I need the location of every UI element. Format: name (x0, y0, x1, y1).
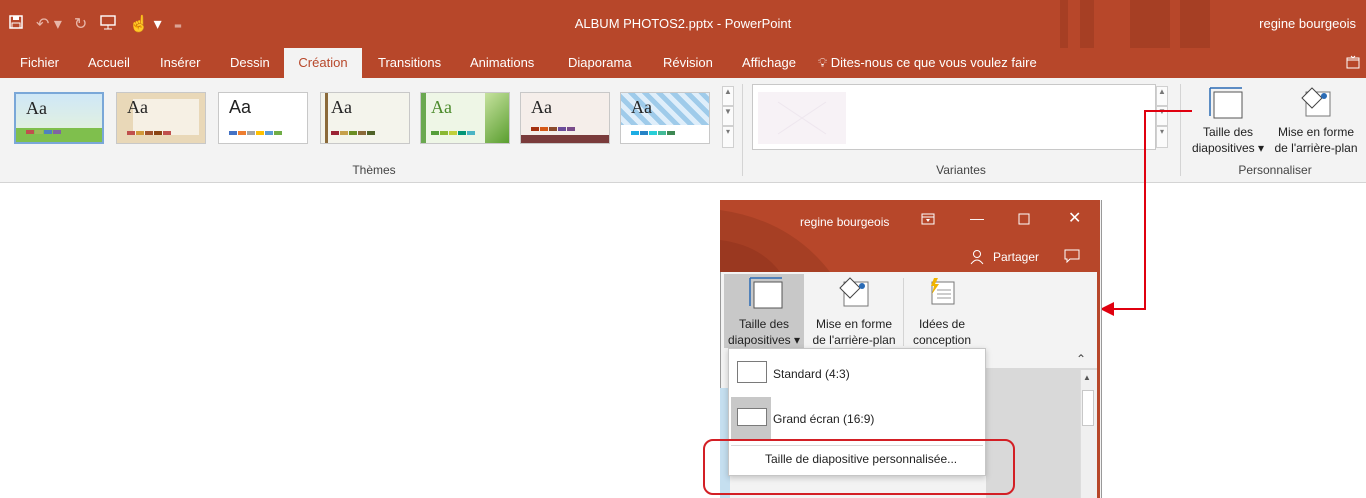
tell-me-text: Dites-nous ce que vous voulez faire (830, 55, 1037, 70)
tab-dessin[interactable]: Dessin (222, 48, 278, 78)
share-icon[interactable] (970, 249, 986, 265)
theme-thumbnail[interactable]: Aa (420, 92, 510, 144)
format-background-button[interactable]: Mise en forme de l'arrière-plan (1270, 84, 1362, 156)
menu-item-standard-label: Standard (4:3) (773, 367, 850, 381)
theme-thumbnail[interactable]: Aa (218, 92, 308, 144)
theme-sample-text: Aa (127, 97, 148, 117)
format-background-icon (839, 277, 869, 307)
variant-thumbnail[interactable] (758, 92, 846, 144)
zoomed-title-bar (720, 200, 1100, 272)
highlight-annotation (703, 439, 1015, 495)
tell-me-search[interactable]: 💡︎ Dites-nous ce que vous voulez faire (818, 48, 1037, 78)
scrollbar-thumb[interactable] (1082, 390, 1094, 426)
scroll-up-arrow-icon[interactable]: ▲ (1083, 373, 1091, 382)
format-background-label-1: Mise en forme (1277, 125, 1355, 139)
slide-size-label-2: diapositives ▾ (1191, 141, 1265, 155)
theme-sample-text: Aa (229, 97, 252, 117)
slide-size-button[interactable]: Taille des diapositives ▾ (1192, 84, 1268, 156)
ribbon-options-icon[interactable] (921, 212, 935, 226)
title-decoration (720, 210, 830, 272)
tab-fichier[interactable]: Fichier (12, 48, 67, 78)
zoomed-format-background-label-2: de l'arrière-plan (812, 333, 896, 347)
theme-sample-text: Aa (531, 97, 552, 117)
tab-affichage[interactable]: Affichage (734, 48, 804, 78)
variants-scroll-up[interactable]: ▲ (1156, 86, 1168, 106)
theme-thumbnail[interactable]: Aa (320, 92, 410, 144)
format-background-icon (1301, 87, 1331, 117)
zoomed-format-background-button[interactable]: Mise en forme de l'arrière-plan (806, 274, 902, 348)
connector-line (1144, 110, 1192, 112)
theme-sample-text: Aa (431, 97, 452, 117)
theme-sample-text: Aa (26, 98, 47, 118)
tab-transitions[interactable]: Transitions (370, 48, 449, 78)
maximize-icon[interactable] (1018, 213, 1030, 225)
zoomed-slide-size-label-1: Taille des (738, 317, 790, 331)
slide-size-icon (749, 277, 783, 309)
group-label-customize: Personnaliser (1238, 163, 1312, 177)
menu-item-standard[interactable]: Standard (4:3) (729, 353, 985, 393)
connector-line (1110, 308, 1146, 310)
lightbulb-icon: 💡︎ (818, 55, 828, 70)
design-ideas-label-2: conception (912, 333, 972, 347)
group-separator (742, 84, 743, 176)
connector-line (1144, 110, 1146, 310)
window-edge (1097, 272, 1100, 498)
design-ideas-button[interactable]: Idées de conception (906, 274, 978, 348)
zoomed-user-name[interactable]: regine bourgeois (800, 215, 889, 229)
menu-item-widescreen-label: Grand écran (16:9) (773, 412, 875, 426)
tab-diaporama[interactable]: Diaporama (560, 48, 640, 78)
tab-revision[interactable]: Révision (655, 48, 721, 78)
theme-thumbnail[interactable]: Aa (14, 92, 104, 144)
zoomed-format-background-label-1: Mise en forme (815, 317, 893, 331)
close-icon[interactable]: ✕ (1068, 208, 1081, 228)
design-ideas-label-1: Idées de (918, 317, 966, 331)
standard-size-icon (737, 361, 767, 383)
collapse-ribbon-icon[interactable]: ⌃ (1076, 352, 1086, 366)
arrow-head-icon (1100, 302, 1114, 316)
tab-creation[interactable]: Création (284, 48, 362, 78)
comments-icon[interactable] (1064, 249, 1080, 263)
user-name[interactable]: regine bourgeois (1259, 0, 1356, 48)
slide-size-icon (1209, 87, 1243, 119)
zoomed-slide-size-button[interactable]: Taille des diapositives ▾ (724, 274, 804, 348)
minimize-icon[interactable]: — (970, 210, 984, 226)
design-ideas-icon (931, 278, 955, 305)
slide-size-label-1: Taille des (1202, 125, 1254, 139)
zoomed-slide-size-label-2: diapositives ▾ (727, 333, 801, 347)
theme-sample-text: Aa (631, 97, 652, 117)
group-label-themes: Thèmes (352, 163, 396, 177)
theme-thumbnail[interactable]: Aa (620, 92, 710, 144)
group-separator (1180, 84, 1181, 176)
variants-more-button[interactable]: ▾ (1156, 126, 1168, 148)
theme-thumbnail[interactable]: Aa (520, 92, 610, 144)
menu-item-widescreen[interactable]: Grand écran (16:9) (729, 397, 985, 439)
ribbon-display-icon[interactable] (1346, 55, 1360, 69)
document-title: ALBUM PHOTOS2.pptx - PowerPoint (574, 16, 792, 31)
gallery-scroll-down[interactable]: ▼ (722, 106, 734, 126)
tab-accueil[interactable]: Accueil (80, 48, 138, 78)
format-background-label-2: de l'arrière-plan (1274, 141, 1358, 155)
share-button[interactable]: Partager (993, 250, 1039, 264)
theme-sample-text: Aa (331, 97, 352, 117)
widescreen-size-icon (737, 408, 767, 426)
tab-animations[interactable]: Animations (462, 48, 542, 78)
variants-scroll-down[interactable]: ▼ (1156, 106, 1168, 126)
theme-thumbnail[interactable]: Aa (116, 92, 206, 144)
gallery-more-button[interactable]: ▾ (722, 126, 734, 148)
tab-inserer[interactable]: Insérer (152, 48, 208, 78)
gallery-scroll-up[interactable]: ▲ (722, 86, 734, 106)
group-label-variants: Variantes (936, 163, 986, 177)
